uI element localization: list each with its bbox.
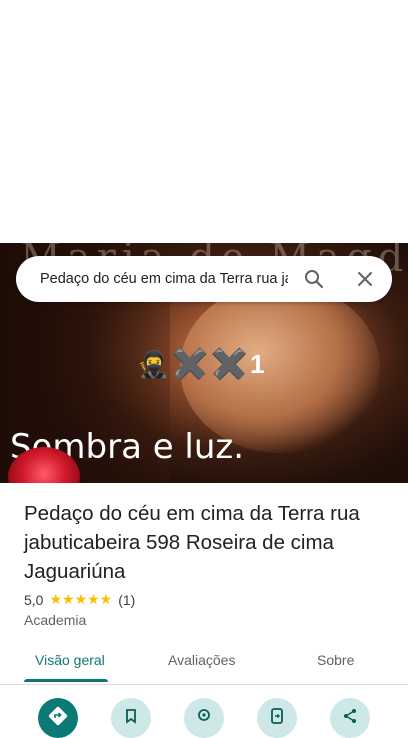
nearby-button[interactable] xyxy=(184,698,224,738)
star-rating-icon: ★★★★★ xyxy=(49,591,113,607)
send-to-phone-icon xyxy=(268,707,286,730)
share-button[interactable] xyxy=(330,698,370,738)
close-icon[interactable] xyxy=(353,267,377,291)
review-count[interactable]: (1) xyxy=(118,592,135,608)
bookmark-icon xyxy=(122,707,140,730)
nearby-icon xyxy=(195,707,213,730)
send-to-phone-button[interactable] xyxy=(257,698,297,738)
emoji-count: 1 xyxy=(250,349,265,379)
directions-icon xyxy=(48,706,68,731)
rating-value: 5,0 xyxy=(24,591,44,608)
save-button[interactable] xyxy=(111,698,151,738)
cross-emoji: ✖️ xyxy=(171,348,209,381)
search-icon[interactable] xyxy=(302,267,326,291)
ninja-emoji: 🥷 xyxy=(137,349,170,379)
tab-bar: Visão geral Avaliações Sobre xyxy=(0,642,408,685)
place-title: Pedaço do céu em cima da Terra rua jabut… xyxy=(24,502,360,583)
search-query[interactable]: Pedaço do céu em cima da Terra rua jabut… xyxy=(40,271,288,287)
tab-overview[interactable]: Visão geral xyxy=(35,652,105,668)
tab-reviews[interactable]: Avaliações xyxy=(168,652,235,668)
action-buttons xyxy=(0,698,408,738)
search-bar[interactable]: Pedaço do céu em cima da Terra rua jabut… xyxy=(16,256,392,302)
active-tab-indicator xyxy=(24,679,108,682)
cross-emoji: ✖️ xyxy=(210,348,249,381)
directions-button[interactable] xyxy=(38,698,78,738)
tab-about[interactable]: Sobre xyxy=(317,652,354,668)
photo-emoji-line: 🥷 ✖️ ✖️ 1 xyxy=(137,347,265,382)
place-category[interactable]: Academia xyxy=(24,612,86,628)
rating-row[interactable]: 5,0 ★★★★★ (1) xyxy=(24,591,135,608)
share-icon xyxy=(341,707,359,730)
